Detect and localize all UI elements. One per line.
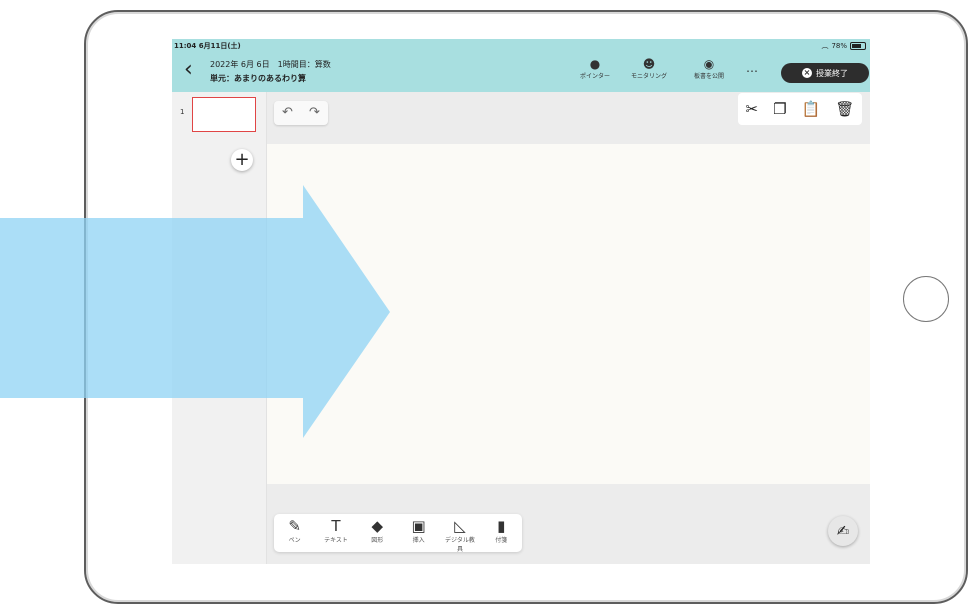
home-button[interactable]: [903, 276, 949, 322]
publish-board-button[interactable]: ◉ 板書を公開: [682, 57, 736, 80]
wifi-icon: ︵: [821, 42, 829, 50]
image-icon: ▣: [411, 517, 426, 535]
paste-icon[interactable]: 📋: [802, 100, 821, 118]
end-lesson-button[interactable]: × 授業終了: [781, 63, 869, 83]
battery-icon: [850, 42, 866, 50]
text-icon: T: [331, 517, 341, 535]
sticky-note-tool[interactable]: ▮ 付箋: [484, 514, 518, 545]
app-screen: 11:04 6月11日(土) ︵ 78% ‹ 2022年 6月 6日 1時間目：…: [172, 39, 870, 564]
insert-tool[interactable]: ▣ 挿入: [402, 514, 436, 545]
pointer-icon: ●: [589, 57, 601, 71]
trash-icon[interactable]: 🗑: [835, 100, 854, 118]
status-time: 11:04 6月11日(土): [174, 42, 241, 50]
monitoring-button[interactable]: ☻ モニタリング: [622, 57, 676, 80]
redo-icon[interactable]: ↷: [301, 101, 328, 125]
page-sidebar: 1 +: [172, 92, 267, 564]
add-page-button[interactable]: +: [231, 149, 253, 171]
scissors-icon[interactable]: ✂: [746, 100, 759, 118]
shape-tool[interactable]: ◆ 図形: [360, 514, 394, 545]
lesson-title: 2022年 6月 6日 1時間目：算数: [210, 60, 331, 69]
bookmark-icon: ▮: [497, 517, 506, 535]
monitoring-face-icon: ☻: [642, 57, 656, 71]
text-tool[interactable]: T テキスト: [319, 514, 353, 545]
battery-indicator: ︵ 78%: [821, 41, 866, 51]
close-icon: ×: [802, 68, 812, 78]
copy-icon[interactable]: ❐: [773, 100, 786, 118]
more-button[interactable]: …: [746, 61, 759, 75]
undo-redo-group: ↶ ↷: [274, 101, 328, 125]
pen-tool[interactable]: ✎ ペン: [278, 514, 312, 545]
shape-icon: ◆: [371, 517, 384, 535]
digital-tool[interactable]: ◺ デジタル教具: [443, 514, 477, 554]
drawing-toolbox: ✎ ペン T テキスト ◆ 図形 ▣ 挿入 ◺ デジタル教具 ▮ 付箋: [274, 514, 522, 554]
eye-icon: ◉: [703, 57, 715, 71]
pen-icon: ✎: [288, 517, 301, 535]
undo-icon[interactable]: ↶: [274, 101, 301, 125]
whiteboard-canvas[interactable]: [267, 144, 870, 484]
back-button[interactable]: ‹: [184, 59, 193, 81]
header-bar: 11:04 6月11日(土) ︵ 78% ‹ 2022年 6月 6日 1時間目：…: [172, 39, 870, 92]
edit-toolbar: ✂ ❐ 📋 🗑: [738, 93, 862, 125]
pointer-button[interactable]: ● ポインター: [568, 57, 622, 80]
page-number: 1: [180, 108, 185, 116]
lesson-unit: 単元：あまりのあるわり算: [210, 74, 306, 83]
notes-button[interactable]: ✍: [828, 516, 858, 546]
page-thumbnail[interactable]: [192, 97, 256, 132]
ruler-icon: ◺: [454, 517, 466, 535]
